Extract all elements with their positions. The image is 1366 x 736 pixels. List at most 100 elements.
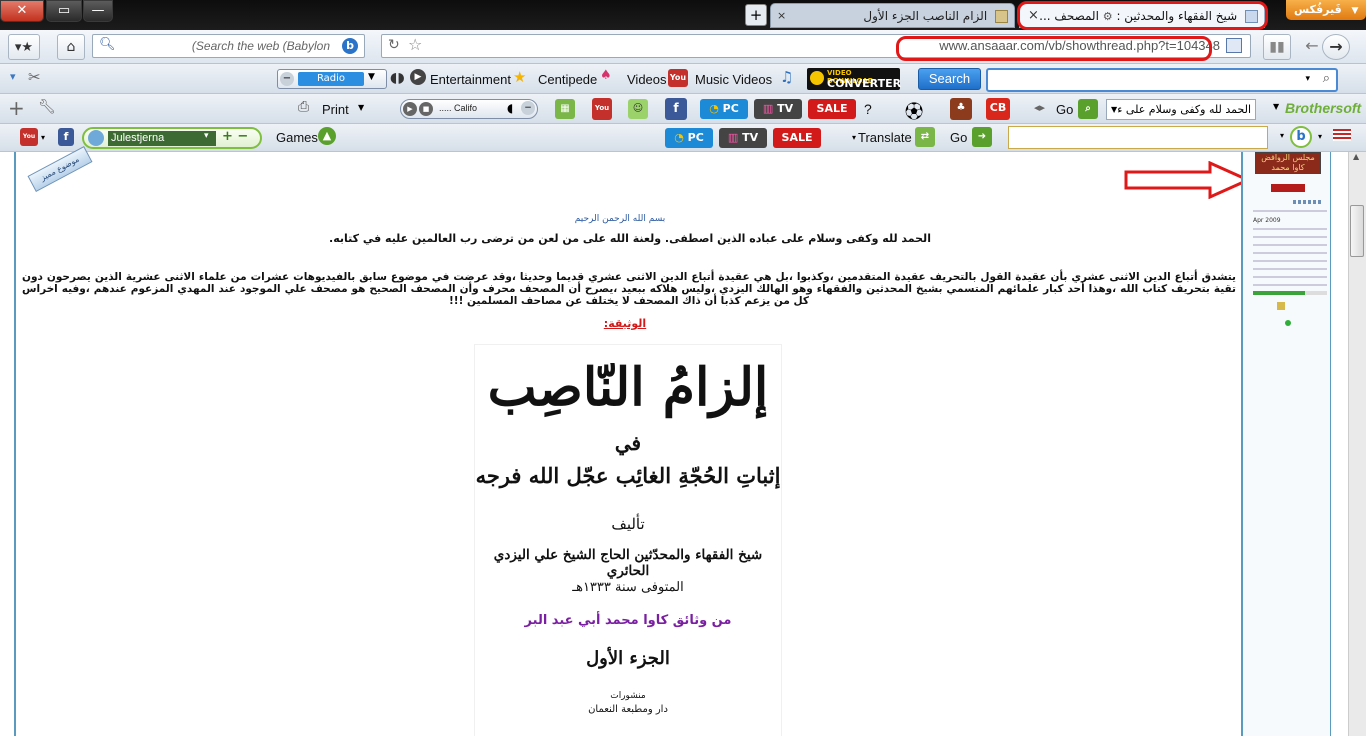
feed-icon[interactable] <box>1226 38 1242 53</box>
entertainment-link[interactable]: Entertainment <box>430 72 511 87</box>
firefox-menu-button[interactable]: فَيرفُكس ▼ <box>1286 0 1366 20</box>
cb-icon[interactable]: CB <box>986 98 1010 120</box>
play-icon[interactable]: ▶ <box>410 69 426 85</box>
scissors-icon[interactable]: ✂ <box>28 68 41 86</box>
play-icon[interactable]: ▶ <box>403 102 417 116</box>
chevron-down-icon[interactable]: ▼ <box>358 103 364 112</box>
tv-label: TV <box>742 131 759 144</box>
user-stats: Apr 2009 <box>1253 200 1327 300</box>
go-button[interactable]: Go <box>950 130 967 145</box>
scroll-up-icon[interactable]: ▲ <box>1353 152 1359 161</box>
chevron-down-icon[interactable]: ▼ <box>1273 102 1279 111</box>
firefox-menu-label: فَيرفُكس <box>1294 3 1342 16</box>
chevron-down-icon[interactable]: ▾ <box>41 133 45 142</box>
help-button[interactable]: ? <box>864 101 872 117</box>
home-button[interactable]: ⌂ <box>57 34 85 60</box>
join-date: Apr 2009 <box>1253 217 1281 224</box>
radio-off-icon[interactable]: − <box>521 101 535 115</box>
go-button[interactable]: Go <box>1056 102 1073 117</box>
videos-link[interactable]: Videos <box>627 72 667 87</box>
video-download-converter-button[interactable]: VIDEO DOWNLOAD CONVERTER <box>807 68 901 90</box>
pc-label: PC <box>687 131 704 144</box>
youtube-icon[interactable]: You <box>592 98 612 120</box>
chevron-down-icon[interactable]: ▾ <box>852 133 856 142</box>
pc-speed-button[interactable]: ◔ PC <box>700 99 748 119</box>
plus-minus-icon[interactable]: + − <box>222 129 248 144</box>
post-paragraph: يتشدق أتباع الدين الاثنى عشري بأن عقيدة … <box>22 271 1236 307</box>
chevron-down-icon[interactable]: ▾ <box>204 131 209 141</box>
search-button[interactable]: Search <box>918 68 981 90</box>
app-grid-icon[interactable]: ▦ <box>555 99 575 119</box>
translate-button[interactable]: Translate <box>858 130 912 145</box>
pc-speed-button[interactable]: ◔ PC <box>665 128 713 148</box>
radio-control[interactable]: − Radio ▼ <box>277 69 387 89</box>
music-videos-link[interactable]: Music Videos <box>695 72 772 87</box>
avatar-caption: مجلس الروافض كاوا محمد <box>1261 153 1315 172</box>
user-widget[interactable]: Julestjerna ▾ + − <box>82 127 262 149</box>
chat-icon[interactable]: ☺ <box>628 99 648 119</box>
forward-button[interactable]: → <box>1322 34 1350 60</box>
facebook-icon[interactable]: f <box>58 128 74 146</box>
scrollbar-thumb[interactable] <box>1350 205 1364 257</box>
soccer-ball-icon[interactable]: ⚽︎ <box>905 98 923 124</box>
annotation-ring-url <box>896 36 1212 61</box>
stats-button[interactable]: ▮▮ <box>1263 34 1291 60</box>
print-button[interactable]: Print <box>322 102 349 117</box>
chevron-down-icon[interactable]: ▾ <box>1280 131 1284 140</box>
window-maximize-button[interactable]: ▭ <box>46 0 82 22</box>
us-flag-icon[interactable] <box>1333 129 1351 141</box>
content-border <box>14 152 16 736</box>
volume-icon[interactable]: ◖ <box>507 101 513 115</box>
wrench-icon[interactable]: 🔧︎ <box>38 99 56 115</box>
babylon-icon[interactable]: b <box>1290 126 1312 148</box>
facebook-icon[interactable]: f <box>665 98 687 120</box>
tv-label: TV <box>777 102 794 115</box>
toolbar-select[interactable]: ▼ الحمد لله وكفى وسلام على ء <box>1106 99 1256 120</box>
new-tab-button[interactable]: + <box>745 4 767 26</box>
centipede-link[interactable]: Centipede <box>538 72 597 87</box>
user-avatar: مجلس الروافض كاوا محمد <box>1255 152 1321 174</box>
reload-icon[interactable]: ↻ <box>388 37 400 53</box>
bookmarks-button[interactable]: ▾★ <box>8 34 40 60</box>
search-icon[interactable]: ⌕ <box>1323 71 1330 86</box>
search-icon[interactable]: ⌕ <box>1078 99 1098 119</box>
babylon-icon[interactable]: b <box>342 38 358 54</box>
tab-second[interactable]: الزام الناصب الجزء الأول × <box>770 3 1015 28</box>
web-search-box[interactable]: 🔍︎ (Search the web (Babylon b <box>92 34 365 58</box>
window-close-button[interactable]: ✕ <box>0 0 44 22</box>
toolbar-search-input[interactable]: ⌕ ▾ <box>986 68 1338 92</box>
window-minimize-button[interactable]: — <box>83 0 113 22</box>
radio-station-select[interactable]: Radio <box>298 72 364 86</box>
toolbar-options-icon[interactable]: ▾ <box>10 70 16 83</box>
sale-button[interactable]: SALE <box>808 99 856 119</box>
post-intro-line: الحمد لله وكفى وسلام على عباده الذين اصط… <box>329 232 931 245</box>
chevron-down-icon[interactable]: ▼ <box>1111 105 1117 114</box>
media-player-control[interactable]: ▶ ■ ..... Califo ◖ − <box>400 99 538 119</box>
translate-icon[interactable]: ⇄ <box>915 127 935 147</box>
plus-icon[interactable]: + <box>8 96 25 120</box>
tv-button[interactable]: ▥ TV <box>719 128 767 148</box>
tab-close-icon[interactable]: × <box>777 4 786 27</box>
chevron-down-icon[interactable]: ▾ <box>1305 74 1310 84</box>
book-app-icon[interactable]: ♣ <box>950 98 972 120</box>
chevron-down-icon[interactable]: ▼ <box>368 72 375 82</box>
youtube-icon[interactable]: You <box>20 128 38 146</box>
sale-button[interactable]: SALE <box>773 128 821 148</box>
arrow-up-icon[interactable]: ▲ <box>318 127 336 145</box>
translate-input[interactable] <box>1008 126 1268 149</box>
basmala: بسم الله الرحمن الرحيم <box>574 214 666 224</box>
online-status-icon <box>1285 320 1291 326</box>
bookmark-star-icon[interactable]: ☆ <box>408 35 422 54</box>
user-name-field: Julestjerna <box>108 131 216 146</box>
chevron-down-icon[interactable]: ▾ <box>1318 132 1322 141</box>
volume-icon[interactable]: ◖◗ <box>390 70 405 86</box>
arrows-icon[interactable]: ◂▸ <box>1034 101 1045 114</box>
featured-badge: موضوع مميز <box>22 146 94 192</box>
radio-off-icon[interactable]: − <box>280 72 294 86</box>
printer-icon: ⎙ <box>298 99 310 115</box>
brothersoft-logo[interactable]: Brothersoft <box>1285 100 1361 116</box>
games-link[interactable]: Games <box>276 130 318 145</box>
tv-button[interactable]: ▥ TV <box>754 99 802 119</box>
arrow-right-icon[interactable]: ➜ <box>972 127 992 147</box>
stop-icon[interactable]: ■ <box>419 102 433 116</box>
